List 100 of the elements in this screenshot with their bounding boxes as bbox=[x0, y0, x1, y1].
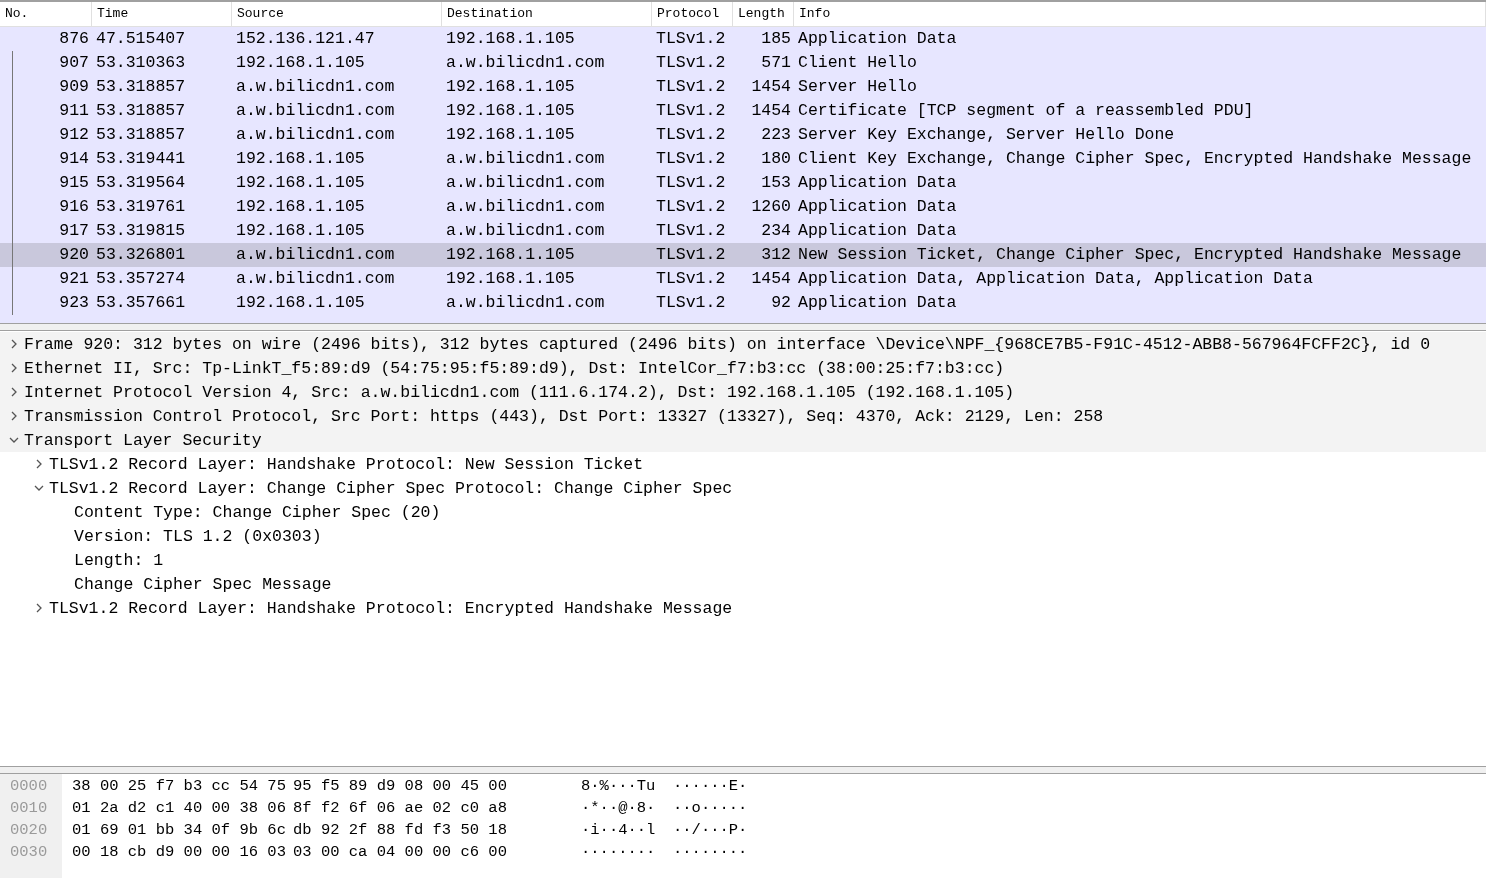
hex-bytes: 8f f2 6f 06 ae 02 c0 a8 bbox=[293, 799, 507, 817]
packet-row[interactable]: 912 53.318857 a.w.bilicdn1.com 192.168.1.105 TLSv1.2 223 Server Key Exchange, Server Hello Done bbox=[0, 123, 1486, 147]
table-cell: New Session Ticket, Change Cipher Spec, Encrypted Handshake Message bbox=[798, 245, 1462, 264]
table-cell: 53.319564 bbox=[96, 173, 186, 192]
byte-offset: 0000 bbox=[9, 776, 49, 797]
table-cell: Application Data bbox=[798, 221, 957, 240]
table-cell: 53.326801 bbox=[96, 245, 186, 264]
table-cell: 192.168.1.105 bbox=[236, 293, 365, 312]
packet-row[interactable]: 907 53.310363 192.168.1.105 a.w.bilicdn1.com TLSv1.2 571 Client Hello bbox=[0, 51, 1486, 75]
column-header[interactable]: Length bbox=[733, 2, 794, 26]
tree-item[interactable]: TLSv1.2 Record Layer: Change Cipher Spec Protocol: Change Cipher Spec bbox=[49, 478, 733, 498]
hex-bytes: 95 f5 89 d9 08 00 45 00 bbox=[293, 777, 507, 795]
tree-item[interactable]: Length: 1 bbox=[74, 550, 164, 570]
byte-offset: 0010 bbox=[9, 798, 49, 819]
column-header[interactable]: Destination bbox=[442, 2, 652, 26]
packet-row[interactable]: 920 53.326801 a.w.bilicdn1.com 192.168.1.105 TLSv1.2 312 New Session Ticket, Change Cipher Spec, Encrypted Handshake Message bbox=[0, 243, 1486, 267]
table-cell: 53.319815 bbox=[96, 221, 186, 240]
table-cell: 47.515407 bbox=[96, 29, 186, 48]
tree-item[interactable]: Content Type: Change Cipher Spec (20) bbox=[74, 502, 441, 522]
table-cell: TLSv1.2 bbox=[656, 101, 726, 120]
table-cell: 53.319441 bbox=[96, 149, 186, 168]
table-cell: TLSv1.2 bbox=[656, 293, 726, 312]
packet-row[interactable]: 923 53.357661 192.168.1.105 a.w.bilicdn1.com TLSv1.2 92 Application Data bbox=[0, 291, 1486, 315]
table-cell: 912 bbox=[59, 125, 89, 144]
table-cell: TLSv1.2 bbox=[656, 53, 726, 72]
column-header[interactable]: No. bbox=[0, 2, 92, 26]
table-cell: 914 bbox=[59, 149, 89, 168]
ascii-bytes: ··/···P· bbox=[673, 821, 748, 839]
ascii-bytes: ········ bbox=[581, 843, 656, 861]
table-cell: TLSv1.2 bbox=[656, 221, 726, 240]
table-cell: 909 bbox=[59, 77, 89, 96]
hex-bytes: db 92 2f 88 fd f3 50 18 bbox=[293, 821, 507, 839]
table-cell: 916 bbox=[59, 197, 89, 216]
table-cell: 192.168.1.105 bbox=[236, 53, 365, 72]
table-cell: Application Data bbox=[798, 173, 957, 192]
table-cell: 192.168.1.105 bbox=[236, 149, 365, 168]
hex-bytes: 01 2a d2 c1 40 00 38 06 bbox=[72, 799, 286, 817]
table-cell: 153 bbox=[761, 173, 791, 192]
packet-row[interactable]: 876 47.515407 152.136.121.47 192.168.1.105 TLSv1.2 185 Application Data bbox=[0, 27, 1486, 51]
packet-row[interactable]: 914 53.319441 192.168.1.105 a.w.bilicdn1.com TLSv1.2 180 Client Key Exchange, Change Cipher Spec, Encrypted Handshake Message bbox=[0, 147, 1486, 171]
table-cell: TLSv1.2 bbox=[656, 77, 726, 96]
tree-item[interactable]: Version: TLS 1.2 (0x0303) bbox=[74, 526, 322, 546]
table-cell: a.w.bilicdn1.com bbox=[446, 293, 605, 312]
ascii-bytes: ··o····· bbox=[673, 799, 748, 817]
byte-offset: 0020 bbox=[9, 820, 49, 841]
tree-item[interactable]: Change Cipher Spec Message bbox=[74, 574, 332, 594]
table-cell: 152.136.121.47 bbox=[236, 29, 375, 48]
table-cell: Application Data bbox=[798, 197, 957, 216]
table-cell: 53.318857 bbox=[96, 125, 186, 144]
table-cell: 192.168.1.105 bbox=[236, 197, 365, 216]
hex-bytes: 00 18 cb d9 00 00 16 03 bbox=[72, 843, 286, 861]
column-header[interactable]: Time bbox=[92, 2, 232, 26]
packet-row[interactable]: 916 53.319761 192.168.1.105 a.w.bilicdn1.com TLSv1.2 1260 Application Data bbox=[0, 195, 1486, 219]
packet-row[interactable]: 911 53.318857 a.w.bilicdn1.com 192.168.1.105 TLSv1.2 1454 Certificate [TCP segment of a reassembled PDU] bbox=[0, 99, 1486, 123]
table-cell: 917 bbox=[59, 221, 89, 240]
tree-item[interactable]: TLSv1.2 Record Layer: Handshake Protocol: Encrypted Handshake Message bbox=[49, 598, 733, 618]
table-cell: 876 bbox=[59, 29, 89, 48]
packet-row[interactable]: 909 53.318857 a.w.bilicdn1.com 192.168.1.105 TLSv1.2 1454 Server Hello bbox=[0, 75, 1486, 99]
table-cell: 923 bbox=[59, 293, 89, 312]
column-header[interactable]: Source bbox=[232, 2, 442, 26]
table-cell: 571 bbox=[761, 53, 791, 72]
table-cell: Application Data bbox=[798, 293, 957, 312]
packet-row[interactable]: 921 53.357274 a.w.bilicdn1.com 192.168.1.105 TLSv1.2 1454 Application Data, Application Data, Application Data bbox=[0, 267, 1486, 291]
table-cell: a.w.bilicdn1.com bbox=[446, 221, 605, 240]
hex-bytes: 38 00 25 f7 b3 cc 54 75 bbox=[72, 777, 286, 795]
column-header[interactable]: Protocol bbox=[652, 2, 733, 26]
packet-row[interactable]: 917 53.319815 192.168.1.105 a.w.bilicdn1.com TLSv1.2 234 Application Data bbox=[0, 219, 1486, 243]
table-cell: a.w.bilicdn1.com bbox=[236, 269, 395, 288]
table-cell: 907 bbox=[59, 53, 89, 72]
table-cell: 53.357274 bbox=[96, 269, 186, 288]
table-cell: TLSv1.2 bbox=[656, 173, 726, 192]
table-cell: a.w.bilicdn1.com bbox=[236, 77, 395, 96]
table-cell: a.w.bilicdn1.com bbox=[236, 125, 395, 144]
ascii-bytes: ········ bbox=[673, 843, 748, 861]
table-cell: 180 bbox=[761, 149, 791, 168]
tree-item[interactable]: TLSv1.2 Record Layer: Handshake Protocol: New Session Ticket bbox=[49, 454, 644, 474]
table-cell: 192.168.1.105 bbox=[446, 245, 575, 264]
table-cell: TLSv1.2 bbox=[656, 245, 726, 264]
table-cell: a.w.bilicdn1.com bbox=[236, 245, 395, 264]
packet-row[interactable]: 915 53.319564 192.168.1.105 a.w.bilicdn1.com TLSv1.2 153 Application Data bbox=[0, 171, 1486, 195]
table-cell: 1454 bbox=[751, 269, 791, 288]
table-cell: 53.318857 bbox=[96, 77, 186, 96]
table-cell: 192.168.1.105 bbox=[446, 269, 575, 288]
table-cell: 192.168.1.105 bbox=[446, 125, 575, 144]
tree-item[interactable]: Transport Layer Security bbox=[24, 430, 262, 450]
table-cell: 53.319761 bbox=[96, 197, 186, 216]
table-cell: 53.357661 bbox=[96, 293, 186, 312]
table-cell: 223 bbox=[761, 125, 791, 144]
table-cell: 53.318857 bbox=[96, 101, 186, 120]
table-cell: TLSv1.2 bbox=[656, 269, 726, 288]
table-cell: 234 bbox=[761, 221, 791, 240]
table-cell: a.w.bilicdn1.com bbox=[236, 101, 395, 120]
column-header[interactable]: Info bbox=[794, 2, 1486, 26]
table-cell: 1454 bbox=[751, 101, 791, 120]
table-cell: Server Key Exchange, Server Hello Done bbox=[798, 125, 1175, 144]
hex-bytes: 03 00 ca 04 00 00 c6 00 bbox=[293, 843, 507, 861]
byte-offset: 0030 bbox=[9, 842, 49, 863]
table-cell: 1454 bbox=[751, 77, 791, 96]
table-cell: a.w.bilicdn1.com bbox=[446, 173, 605, 192]
hex-bytes: 01 69 01 bb 34 0f 9b 6c bbox=[72, 821, 286, 839]
